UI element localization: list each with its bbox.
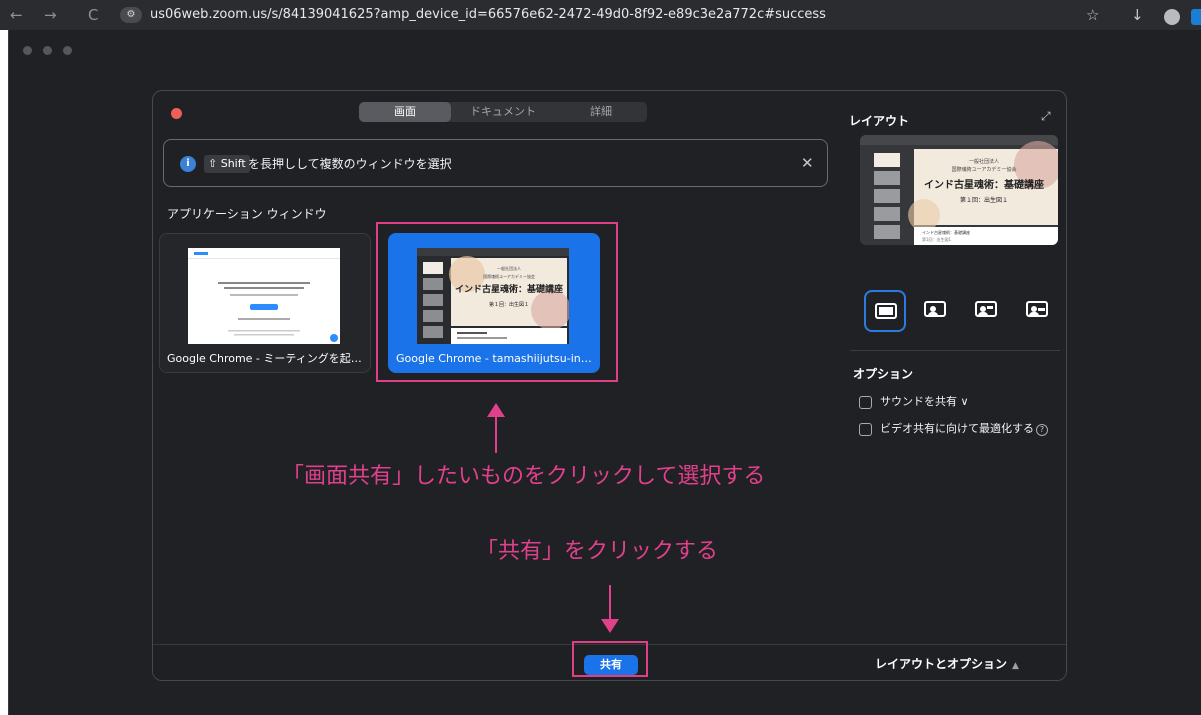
address-bar[interactable]: us06web.zoom.us/s/84139041625?amp_device… — [150, 7, 826, 23]
share-sound-checkbox[interactable] — [859, 396, 872, 409]
zoom-launch-page-thumbnail — [188, 248, 340, 344]
layout-and-options-label: レイアウトとオプション — [875, 657, 1008, 671]
layout-screen-with-presenter-side[interactable] — [1017, 290, 1059, 332]
multi-select-info-banner: i ⇧ Shift を長押しして複数のウィンドウを選択 ✕ — [163, 139, 828, 187]
panel-divider — [850, 350, 1060, 351]
optimize-video-checkbox[interactable] — [859, 423, 872, 436]
options-heading: オプション — [853, 367, 914, 381]
share-tabs: 画面 ドキュメント 詳細 — [359, 102, 647, 122]
site-settings-icon[interactable]: ⚙ — [120, 7, 142, 23]
layout-screen-with-presenter-left[interactable] — [915, 290, 957, 332]
info-text: を長押しして複数のウィンドウを選択 — [248, 157, 452, 171]
tab-advanced[interactable]: 詳細 — [555, 102, 647, 122]
arrow-down-icon — [601, 619, 619, 633]
profile-avatar[interactable] — [1164, 9, 1180, 25]
window-zoom-dot[interactable] — [63, 46, 72, 55]
layout-preview-thumbnail: 一般社団法人 国際魂術ユーアカデミー協会 インド古星魂術：基礎講座 第１回：出生… — [860, 135, 1058, 245]
layout-preview: 一般社団法人 国際魂術ユーアカデミー協会 インド古星魂術：基礎講座 第１回：出生… — [860, 135, 1058, 245]
reload-icon[interactable]: C — [88, 6, 98, 24]
svg-text:第１回：出生図１: 第１回：出生図１ — [960, 196, 1008, 204]
svg-text:国際魂術ユーアカデミー協会: 国際魂術ユーアカデミー協会 — [952, 166, 1017, 173]
application-windows-heading: アプリケーション ウィンドウ — [167, 207, 327, 221]
layout-and-options-toggle[interactable]: レイアウトとオプション ▲ — [875, 656, 1019, 674]
window-title: Google Chrome - ミーティングを起… — [167, 352, 362, 365]
optimize-video-label: ビデオ共有に向けて最適化する — [880, 422, 1034, 435]
svg-text:インド古星魂術：基礎講座: インド古星魂術：基礎講座 — [924, 178, 1044, 191]
layout-heading: レイアウト — [849, 114, 910, 128]
share-instruction-annotation: 「共有」をクリックする — [476, 539, 719, 564]
window-selection-highlight — [376, 222, 618, 382]
window-card-chrome-meeting[interactable]: Google Chrome - ミーティングを起… — [159, 233, 371, 373]
window-thumbnail — [188, 248, 340, 344]
browser-toolbar: ← → C ⚙ us06web.zoom.us/s/84139041625?am… — [0, 0, 1201, 30]
select-instruction-annotation: 「画面共有」したいものをクリックして選択する — [282, 464, 766, 489]
tab-screen[interactable]: 画面 — [359, 102, 451, 122]
chevron-down-icon[interactable]: ∨ — [961, 395, 969, 408]
download-icon[interactable]: ↓ — [1131, 6, 1144, 24]
arrow-down-shaft — [609, 585, 611, 621]
back-arrow-icon[interactable]: ← — [10, 6, 23, 24]
bookmark-star-icon[interactable]: ☆ — [1086, 6, 1099, 24]
share-button-highlight — [572, 641, 648, 677]
layout-screen-with-presenter-corner[interactable] — [966, 290, 1008, 332]
forward-arrow-icon[interactable]: → — [44, 6, 57, 24]
svg-text:インド古星魂術：基礎講座: インド古星魂術：基礎講座 — [922, 229, 970, 235]
layout-screen-only[interactable] — [864, 290, 906, 332]
window-minimize-dot[interactable] — [43, 46, 52, 55]
tab-documents[interactable]: ドキュメント — [451, 102, 555, 122]
arrow-up-shaft — [495, 415, 497, 453]
svg-text:第1回：出生図1: 第1回：出生図1 — [922, 236, 952, 242]
shift-key-badge: ⇧ Shift — [204, 155, 250, 173]
extension-icon[interactable] — [1191, 9, 1201, 25]
layout-option-group — [864, 290, 1059, 332]
dialog-close-button[interactable] — [171, 108, 182, 119]
svg-text:一般社団法人: 一般社団法人 — [969, 158, 999, 165]
layout-options-panel: レイアウト ⤢ 一般社団法人 国際魂術ユーアカデミー協会 インド古星魂術：基礎講… — [841, 91, 1066, 644]
arrow-up-icon — [487, 403, 505, 417]
expand-icon[interactable]: ⤢ — [1041, 109, 1051, 123]
share-sound-label: サウンドを共有 — [880, 395, 957, 408]
info-icon: i — [180, 156, 196, 172]
close-icon[interactable]: ✕ — [801, 154, 814, 172]
window-close-dot[interactable] — [23, 46, 32, 55]
screen-only-icon — [875, 303, 897, 319]
caret-up-icon: ▲ — [1012, 661, 1019, 671]
help-icon[interactable]: ? — [1036, 424, 1048, 436]
